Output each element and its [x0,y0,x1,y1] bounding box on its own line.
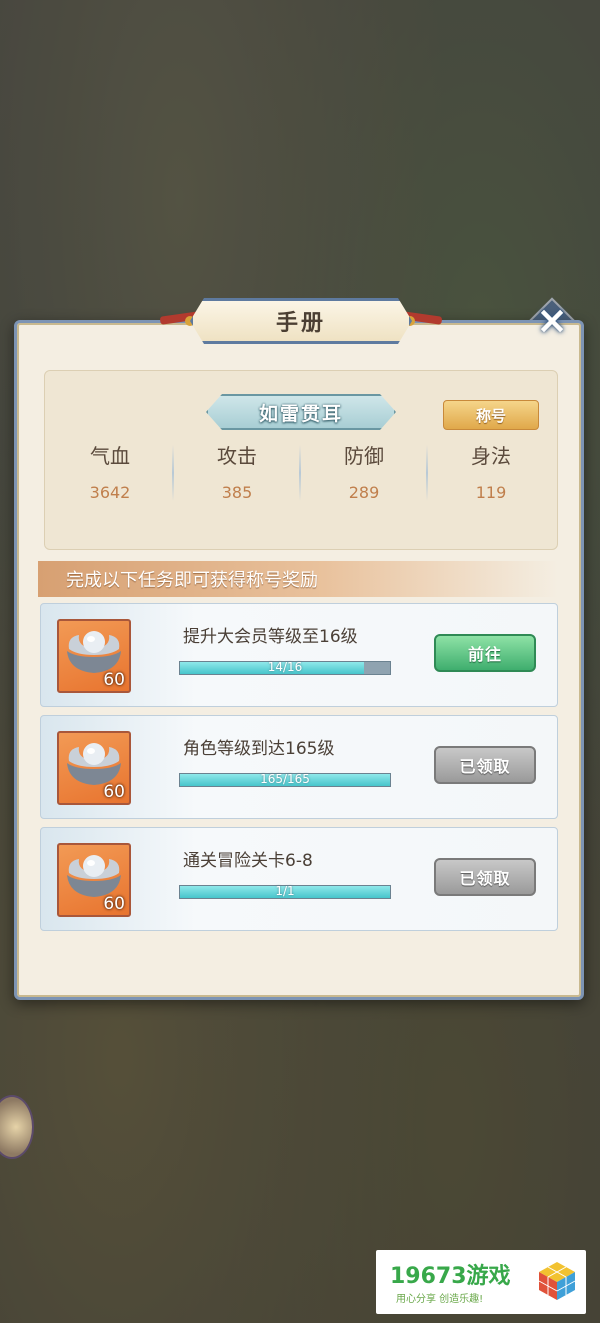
task-description: 通关冒险关卡6-8 [183,851,313,871]
stat-value: 385 [221,483,253,502]
watermark-title: 19673游戏 [390,1264,511,1289]
reward-count: 60 [103,894,125,914]
stat-agility: 身法 119 [427,440,555,502]
stat-label: 防御 [344,444,384,468]
close-button[interactable]: × [530,298,574,342]
progress-text: 1/1 [275,884,295,898]
stat-value: 289 [348,483,380,502]
site-watermark: 19673游戏 用心分享 创造乐趣! [376,1250,586,1314]
stat-value: 119 [475,483,507,502]
progress-text: 165/165 [260,772,310,786]
stat-attack: 攻击 385 [173,440,301,502]
task-row: 60 角色等级到达165级 165/165 已领取 [40,715,558,819]
task-description: 角色等级到达165级 [183,739,335,759]
task-description: 提升大会员等级至16级 [183,627,358,647]
reward-count: 60 [103,670,125,690]
claimed-button[interactable]: 已领取 [434,858,536,896]
dialog-title: 手册 [190,298,412,344]
task-progress-bar: 165/165 [179,772,391,787]
task-row: 60 通关冒险关卡6-8 1/1 已领取 [40,827,558,931]
claimed-button[interactable]: 已领取 [434,746,536,784]
go-button[interactable]: 前往 [434,634,536,672]
reward-slot[interactable]: 60 [57,731,131,805]
task-progress-bar: 14/16 [179,660,391,675]
cube-logo-icon [538,1262,576,1300]
task-progress-bar: 1/1 [179,884,391,899]
task-row: 60 提升大会员等级至16级 14/16 前往 [40,603,558,707]
stat-label: 攻击 [217,444,257,468]
close-icon: × [536,298,568,342]
stat-defense: 防御 289 [300,440,428,502]
progress-text: 14/16 [267,660,303,674]
reward-count: 60 [103,782,125,802]
reward-slot[interactable]: 60 [57,843,131,917]
stat-value: 3642 [89,483,131,502]
stat-label: 身法 [471,444,511,468]
tasks-header: 完成以下任务即可获得称号奖励 [38,561,558,597]
reward-slot[interactable]: 60 [57,619,131,693]
watermark-slogan: 用心分享 创造乐趣! [396,1294,484,1305]
current-title-badge: 如雷贯耳 [206,394,396,430]
title-button[interactable]: 称号 [443,400,539,430]
stat-label: 气血 [90,444,130,468]
stat-hp: 气血 3642 [46,440,174,502]
